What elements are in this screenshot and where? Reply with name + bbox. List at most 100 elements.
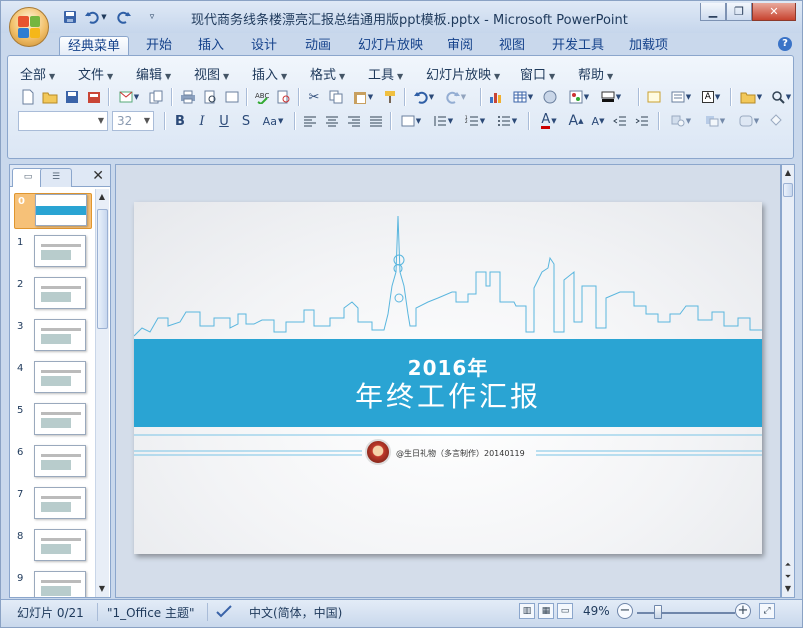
normal-view-icon[interactable]: ▥: [519, 603, 535, 619]
tab-animation[interactable]: 动画: [297, 36, 339, 56]
editor-scrollbar[interactable]: ▲ ⏶ ⏷ ▼: [781, 164, 795, 598]
font-size-combo[interactable]: 32 ▼: [112, 111, 154, 131]
help-icon[interactable]: ?: [778, 37, 792, 51]
menu-file[interactable]: 文件 ▼: [78, 64, 113, 83]
menu-view[interactable]: 视图 ▼: [194, 64, 229, 83]
find-icon[interactable]: ▼: [768, 87, 794, 107]
background-icon[interactable]: ▼: [596, 87, 626, 107]
menu-slideshow[interactable]: 幻灯片放映 ▼: [426, 64, 500, 83]
grow-font-icon[interactable]: A ▲: [566, 111, 586, 131]
new-doc-icon[interactable]: [18, 87, 38, 107]
menu-insert[interactable]: 插入 ▼: [252, 64, 287, 83]
cut-icon[interactable]: ✂: [304, 87, 324, 107]
slide-thumbnail[interactable]: 6: [14, 445, 92, 481]
new-slide-icon[interactable]: [644, 87, 664, 107]
bold-icon[interactable]: B: [170, 111, 190, 131]
menu-tools[interactable]: 工具 ▼: [368, 64, 403, 83]
close-button[interactable]: ✕: [752, 3, 796, 21]
maximize-button[interactable]: ❐: [726, 3, 752, 21]
underline-icon[interactable]: U: [214, 111, 234, 131]
font-color-icon[interactable]: A ▼: [534, 111, 564, 131]
paste-icon[interactable]: ▼: [348, 87, 378, 107]
undo-icon[interactable]: ▼: [410, 87, 438, 107]
office-button[interactable]: [9, 7, 49, 47]
email-icon[interactable]: ▼: [114, 87, 144, 107]
tab-addins[interactable]: 加载项: [621, 36, 676, 56]
scroll-thumb[interactable]: [783, 183, 793, 197]
align-right-icon[interactable]: [344, 111, 364, 131]
align-left-icon[interactable]: [300, 111, 320, 131]
decrease-indent-icon[interactable]: [610, 111, 630, 131]
save-icon[interactable]: [62, 87, 82, 107]
copy-icon[interactable]: [326, 87, 346, 107]
minimize-button[interactable]: ▁: [700, 3, 726, 21]
slide-thumbnail[interactable]: 5: [14, 403, 92, 439]
slide-thumbnail[interactable]: 9: [14, 571, 92, 597]
zoom-slider[interactable]: [637, 612, 735, 614]
bullets-icon[interactable]: ▼: [492, 111, 522, 131]
next-slide-icon[interactable]: ⏷: [782, 571, 794, 583]
print-icon[interactable]: [178, 87, 198, 107]
slide-thumbnail[interactable]: 2: [14, 277, 92, 313]
line-spacing-icon[interactable]: ▼: [428, 111, 458, 131]
shape-fill-icon[interactable]: [766, 111, 786, 131]
shadow-icon[interactable]: S: [236, 111, 256, 131]
close-pane-icon[interactable]: ✕: [92, 168, 104, 184]
slide-thumbnail[interactable]: 7: [14, 487, 92, 523]
change-case-icon[interactable]: Aa ▼: [258, 111, 288, 131]
text-direction-icon[interactable]: ▼: [396, 111, 426, 131]
menu-window[interactable]: 窗口 ▼: [520, 64, 555, 83]
slide-sorter-icon[interactable]: [222, 87, 242, 107]
font-name-combo[interactable]: ▼: [18, 111, 108, 131]
publish-icon[interactable]: [146, 87, 166, 107]
menu-edit[interactable]: 编辑 ▼: [136, 64, 171, 83]
increase-indent-icon[interactable]: [632, 111, 652, 131]
scroll-down-icon[interactable]: ▼: [96, 583, 108, 595]
arrange-icon[interactable]: ▼: [700, 111, 730, 131]
slide-thumbnail[interactable]: 4: [14, 361, 92, 397]
save-icon[interactable]: [61, 8, 79, 26]
layout-icon[interactable]: ▼: [666, 87, 696, 107]
shapes-icon[interactable]: ▼: [666, 111, 696, 131]
numbering-icon[interactable]: 1 2 ▼: [460, 111, 490, 131]
scroll-down-icon[interactable]: ▼: [782, 583, 794, 595]
sorter-view-icon[interactable]: ▦: [538, 603, 554, 619]
scroll-up-icon[interactable]: ▲: [96, 191, 108, 203]
tab-developer[interactable]: 开发工具: [544, 36, 612, 56]
zoom-slider-handle[interactable]: [654, 605, 662, 619]
shrink-font-icon[interactable]: A ▼: [588, 111, 608, 131]
tab-insert[interactable]: 插入: [190, 36, 232, 56]
insert-table-icon[interactable]: ▼: [508, 87, 538, 107]
italic-icon[interactable]: I: [192, 111, 212, 131]
insert-chart-icon[interactable]: [486, 87, 506, 107]
tab-classic-menu[interactable]: 经典菜单: [59, 36, 130, 56]
redo-icon[interactable]: [115, 8, 133, 26]
scroll-thumb[interactable]: [97, 209, 108, 329]
research-icon[interactable]: [274, 87, 294, 107]
permission-icon[interactable]: [84, 87, 104, 107]
customize-qat-icon[interactable]: ▿: [143, 8, 161, 26]
justify-icon[interactable]: [366, 111, 386, 131]
zoom-level[interactable]: 49%: [583, 604, 610, 618]
slide-thumbnail[interactable]: 0: [14, 193, 92, 229]
color-scheme-icon[interactable]: ▼: [564, 87, 594, 107]
quick-styles-icon[interactable]: ▼: [734, 111, 764, 131]
menu-all[interactable]: 全部 ▼: [20, 64, 55, 83]
previous-slide-icon[interactable]: ⏶: [782, 559, 794, 571]
slide-thumbnail[interactable]: 3: [14, 319, 92, 355]
current-slide[interactable]: 2016年 年终工作汇报 @生日礼物（多言制作）20140119: [134, 202, 762, 554]
outline-tab[interactable]: ☰: [40, 168, 72, 187]
open-folder-icon[interactable]: [40, 87, 60, 107]
insert-clipart-icon[interactable]: [540, 87, 560, 107]
tab-home[interactable]: 开始: [138, 36, 180, 56]
scroll-up-icon[interactable]: ▲: [782, 167, 794, 179]
tab-slideshow[interactable]: 幻灯片放映: [350, 36, 431, 56]
slide-thumbnail[interactable]: 1: [14, 235, 92, 271]
slide-thumbnail[interactable]: 8: [14, 529, 92, 565]
textbox-icon[interactable]: A ▼: [698, 87, 724, 107]
menu-format[interactable]: 格式 ▼: [310, 64, 345, 83]
folder-icon[interactable]: ▼: [736, 87, 766, 107]
menu-help[interactable]: 帮助 ▼: [578, 64, 613, 83]
undo-icon[interactable]: ▼: [83, 8, 109, 26]
zoom-out-icon[interactable]: −: [617, 603, 633, 619]
